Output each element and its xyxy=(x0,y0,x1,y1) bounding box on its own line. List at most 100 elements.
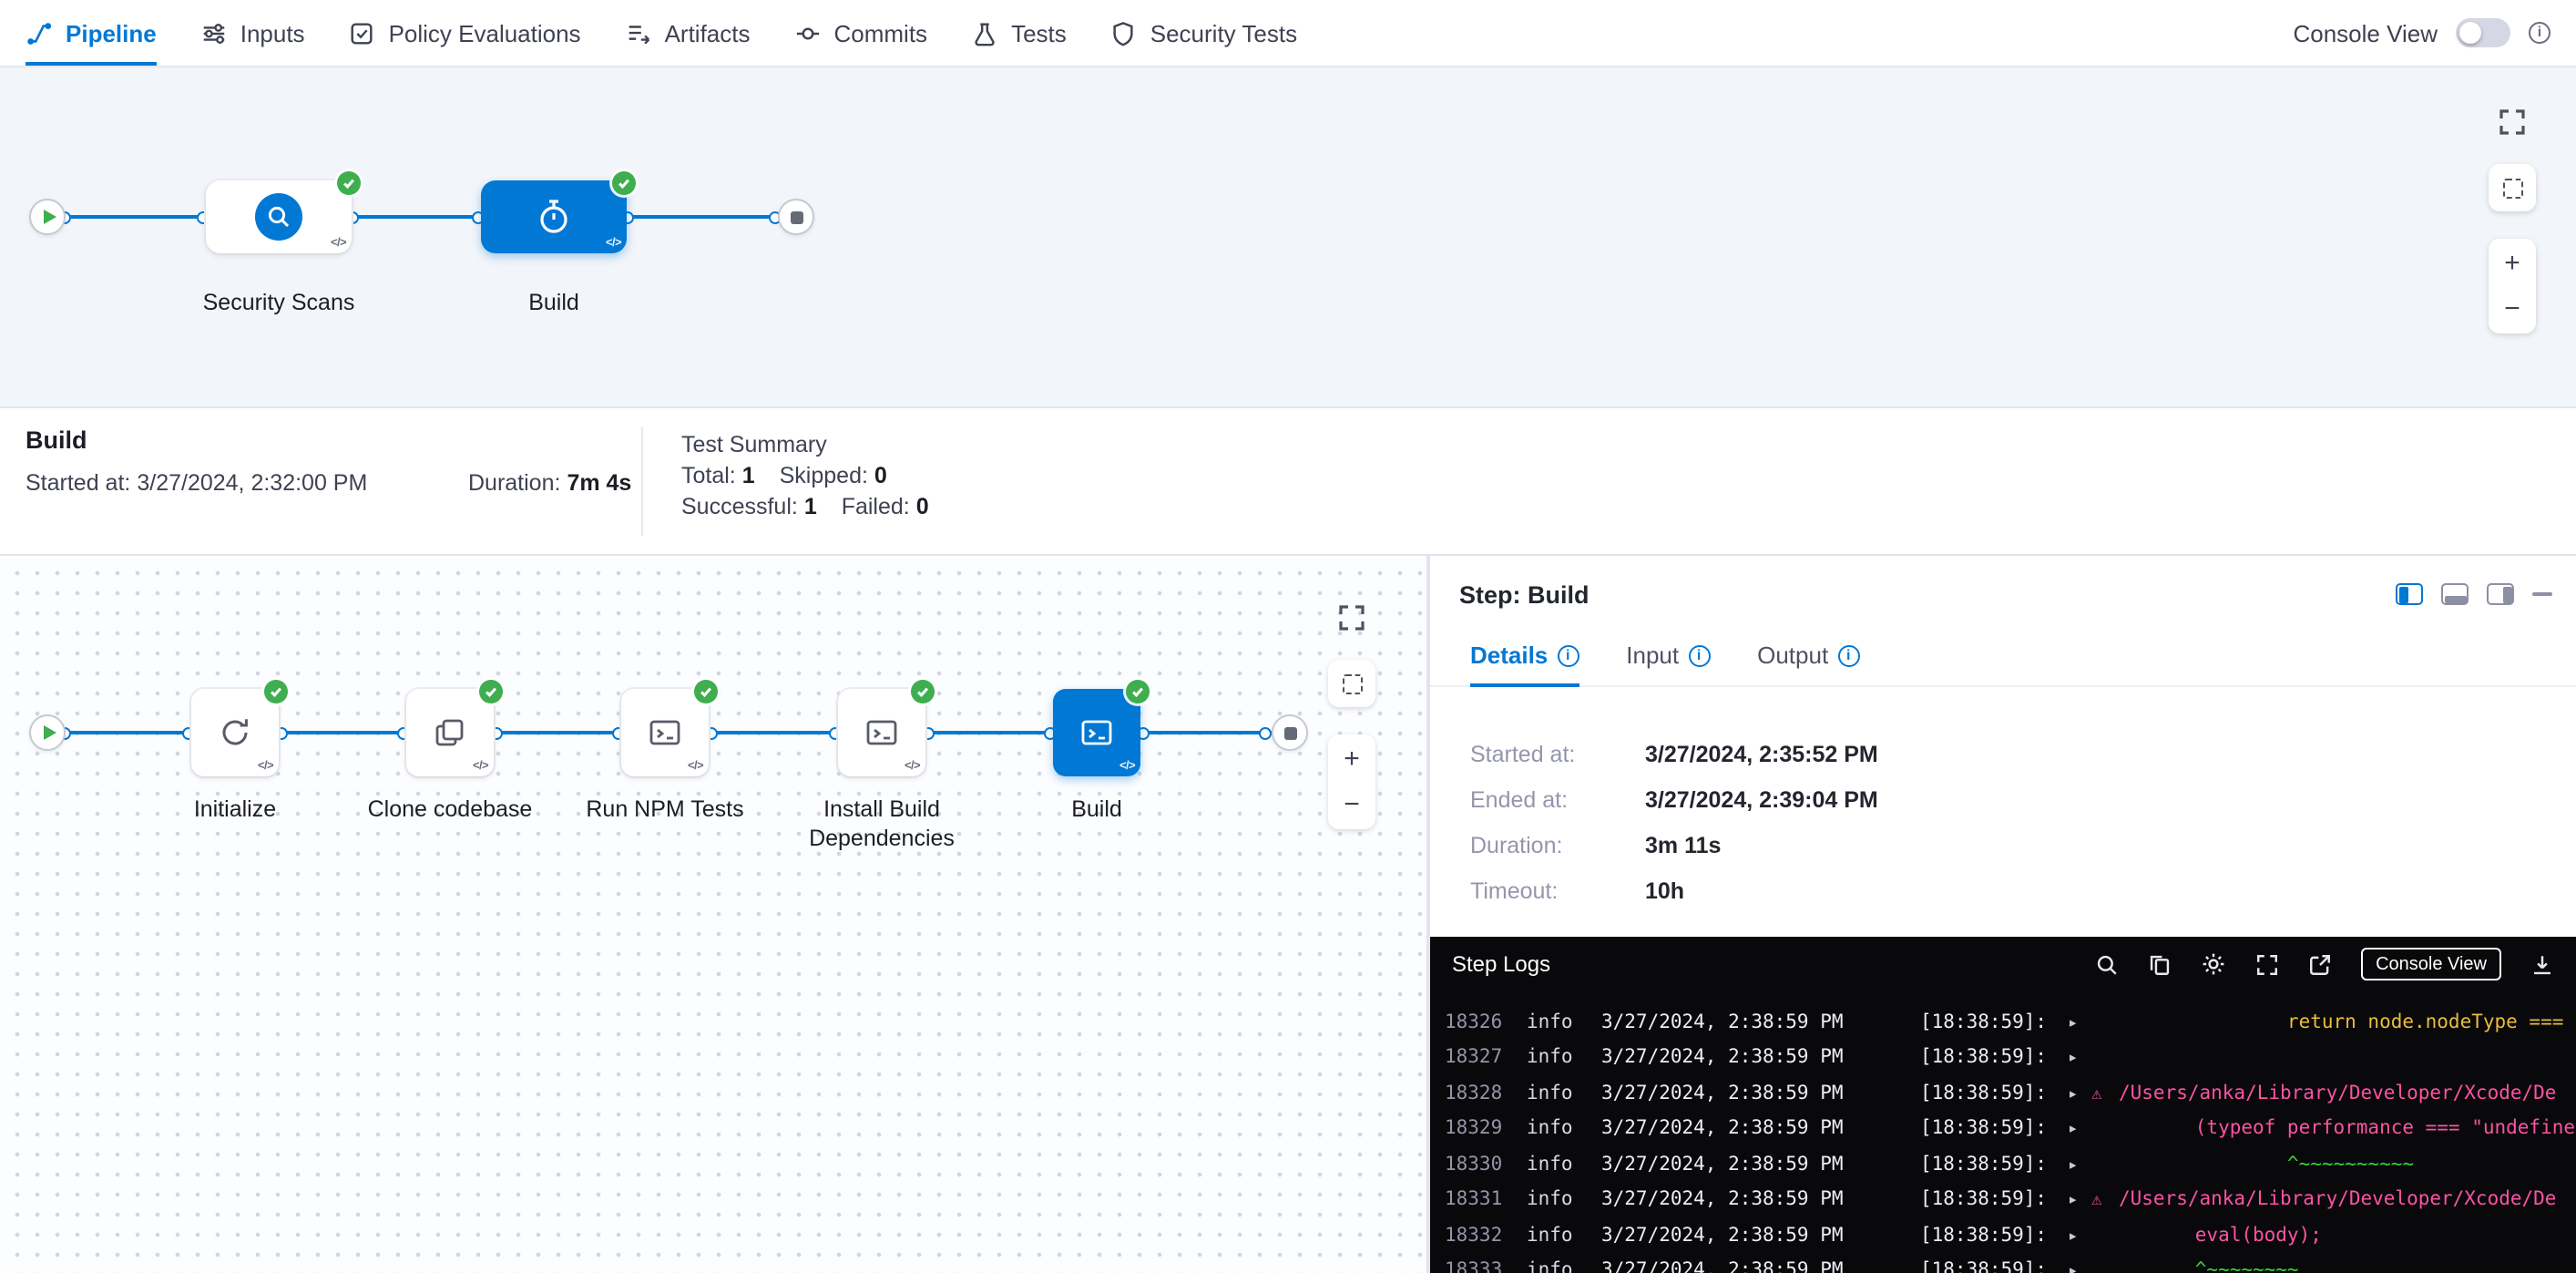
tab-label: Pipeline xyxy=(66,19,157,46)
tab-pipeline[interactable]: Pipeline xyxy=(26,0,157,66)
log-text: /Users/anka/Library/Developer/Xcode/De xyxy=(2119,1077,2556,1111)
log-time: [18:38:59]: xyxy=(1920,1077,2068,1111)
expand-arrow-icon[interactable]: ▸ xyxy=(2068,1220,2091,1254)
copy-icon[interactable] xyxy=(2148,952,2172,976)
step-node-install-build-dependencies[interactable]: </> xyxy=(838,689,925,776)
info-icon[interactable]: i xyxy=(2529,22,2550,44)
tab-tests[interactable]: Tests xyxy=(971,0,1067,66)
detail-label: Duration: xyxy=(1470,833,1645,858)
log-line: 18332 info 3/27/2024, 2:38:59 PM [18:38:… xyxy=(1445,1218,2576,1254)
marquee-select-button[interactable] xyxy=(1328,660,1375,707)
tab-artifacts[interactable]: Artifacts xyxy=(625,0,751,66)
step-label[interactable]: Clone codebase xyxy=(350,795,550,824)
step-details-rows: Started at: 3/27/2024, 2:35:52 PM Ended … xyxy=(1430,687,2576,904)
layout-bottom-icon[interactable] xyxy=(2441,583,2469,605)
stage-node-security-scans[interactable]: </> xyxy=(206,180,352,253)
tab-inputs[interactable]: Inputs xyxy=(200,0,305,66)
info-icon[interactable]: i xyxy=(1557,644,1579,666)
pipeline-execution-page: Pipeline Inputs Policy Evaluations Artif… xyxy=(0,0,2576,1273)
zoom-out-button[interactable]: − xyxy=(2489,286,2536,332)
stage-canvas-controls: + − xyxy=(2489,108,2536,334)
tab-label: Inputs xyxy=(240,19,305,46)
expand-arrow-icon[interactable]: ▸ xyxy=(2068,1186,2091,1219)
stage-node-build[interactable]: </> xyxy=(481,180,627,253)
log-date: 3/27/2024, 2:38:59 PM xyxy=(1601,1218,1920,1252)
info-icon[interactable]: i xyxy=(1688,644,1710,666)
log-time: [18:38:59]: xyxy=(1920,1218,2068,1252)
step-label[interactable]: Install Build Dependencies xyxy=(782,795,982,853)
download-icon[interactable] xyxy=(2530,952,2554,976)
marquee-select-button[interactable] xyxy=(2489,164,2536,211)
zoom-in-button[interactable]: + xyxy=(2489,241,2536,286)
top-nav: Pipeline Inputs Policy Evaluations Artif… xyxy=(0,0,2576,67)
connector-line xyxy=(925,731,1053,734)
zoom-in-button[interactable]: + xyxy=(1328,736,1375,782)
stage-label[interactable]: Build xyxy=(445,288,663,317)
stage-start-node[interactable] xyxy=(29,714,66,751)
step-node-initialize[interactable]: </> xyxy=(191,689,279,776)
pipeline-end-node[interactable] xyxy=(778,199,814,235)
layout-right-icon[interactable] xyxy=(2487,583,2514,605)
log-line: 18328 info 3/27/2024, 2:38:59 PM [18:38:… xyxy=(1445,1077,2576,1113)
stage-duration: Duration: 7m 4s xyxy=(468,470,631,496)
tab-output[interactable]: Output i xyxy=(1757,642,1859,685)
detail-row: Timeout: 10h xyxy=(1470,878,2576,904)
policy-check-icon xyxy=(349,19,376,46)
successful-label: Successful: xyxy=(681,494,798,519)
expand-arrow-icon[interactable]: ▸ xyxy=(2068,1114,2091,1148)
tab-commits[interactable]: Commits xyxy=(794,0,928,66)
collapse-panel-icon[interactable] xyxy=(2532,592,2552,596)
fullscreen-icon[interactable] xyxy=(1337,603,1366,632)
log-line: 18326 info 3/27/2024, 2:38:59 PM [18:38:… xyxy=(1445,1006,2576,1042)
step-node-clone-codebase[interactable]: </> xyxy=(406,689,494,776)
expand-arrow-icon[interactable]: ▸ xyxy=(2068,1150,2091,1184)
connector-line xyxy=(62,215,210,219)
shield-icon xyxy=(1110,19,1138,46)
stage-graph-canvas[interactable]: </> </> Security Scans Build + − xyxy=(0,67,2576,406)
code-icon: </> xyxy=(258,760,273,773)
detail-row: Started at: 3/27/2024, 2:35:52 PM xyxy=(1470,742,2576,767)
console-view-toggle[interactable] xyxy=(2456,18,2510,47)
step-label[interactable]: Initialize xyxy=(135,795,335,824)
zoom-out-button[interactable]: − xyxy=(1328,782,1375,827)
fullscreen-icon[interactable] xyxy=(2498,108,2527,137)
tab-security-tests[interactable]: Security Tests xyxy=(1110,0,1297,66)
failed-value: 0 xyxy=(916,494,929,519)
info-icon[interactable]: i xyxy=(1837,644,1859,666)
log-line-number: 18332 xyxy=(1445,1218,1527,1252)
log-level: info xyxy=(1527,1218,1601,1252)
expand-arrow-icon[interactable]: ▸ xyxy=(2068,1043,2091,1077)
detail-value: 10h xyxy=(1645,878,1684,904)
clone-icon xyxy=(432,714,468,751)
step-label[interactable]: Run NPM Tests xyxy=(565,795,765,824)
fullscreen-icon[interactable] xyxy=(2255,952,2279,976)
log-text: /Users/anka/Library/Developer/Xcode/De xyxy=(2119,1184,2556,1217)
gear-icon[interactable] xyxy=(2201,951,2226,977)
log-time: [18:38:59]: xyxy=(1920,1113,2068,1146)
search-icon[interactable] xyxy=(2095,952,2119,976)
stage-end-node[interactable] xyxy=(1272,714,1308,751)
stage-label[interactable]: Security Scans xyxy=(169,288,388,317)
tab-label: Artifacts xyxy=(665,19,751,46)
refresh-icon xyxy=(217,714,253,751)
expand-arrow-icon[interactable]: ▸ xyxy=(2068,1256,2091,1273)
expand-arrow-icon[interactable]: ▸ xyxy=(2068,1008,2091,1042)
log-line: 18333 info 3/27/2024, 2:38:59 PM [18:38:… xyxy=(1445,1254,2576,1273)
console-view-button[interactable]: Console View xyxy=(2361,948,2501,980)
expand-arrow-icon[interactable]: ▸ xyxy=(2068,1079,2091,1113)
started-label: Started at: xyxy=(26,470,130,496)
step-node-build[interactable]: </> xyxy=(1053,689,1140,776)
pipeline-start-node[interactable] xyxy=(29,199,66,235)
step-label[interactable]: Build xyxy=(997,795,1197,824)
success-check-icon xyxy=(479,680,503,703)
layout-left-icon[interactable] xyxy=(2396,583,2423,605)
step-node-run-npm-tests[interactable]: </> xyxy=(621,689,709,776)
log-level: info xyxy=(1527,1254,1601,1273)
tab-policy-evaluations[interactable]: Policy Evaluations xyxy=(349,0,581,66)
detail-value: 3/27/2024, 2:35:52 PM xyxy=(1645,742,1878,767)
step-graph-canvas[interactable]: </> </> </> </> </> Initialize Clone xyxy=(0,556,1428,1273)
tab-details[interactable]: Details i xyxy=(1470,642,1579,685)
external-link-icon[interactable] xyxy=(2308,952,2332,976)
tab-input[interactable]: Input i xyxy=(1626,642,1710,685)
step-logs-body[interactable]: 18326 info 3/27/2024, 2:38:59 PM [18:38:… xyxy=(1430,991,2576,1273)
